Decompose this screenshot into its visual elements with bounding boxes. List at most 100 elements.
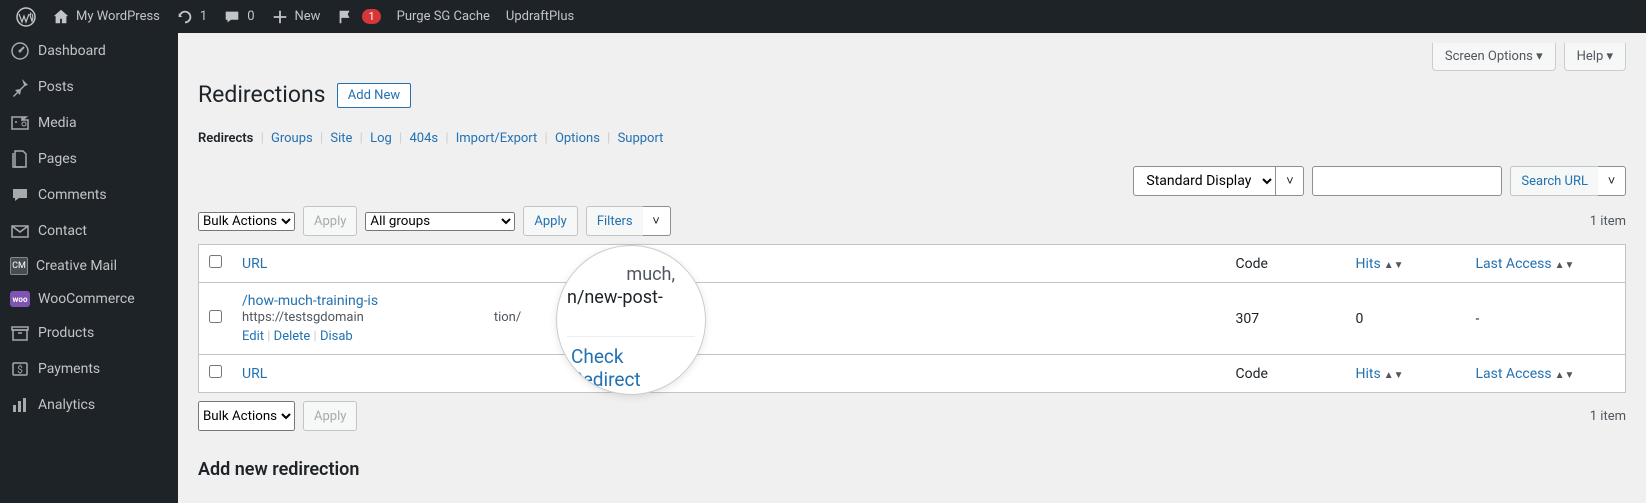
sidebar-item-label: Payments: [38, 361, 100, 377]
groups-select[interactable]: All groups: [365, 212, 515, 231]
dollar-icon: $: [10, 359, 30, 379]
media-icon: [10, 113, 30, 133]
groups-apply-button[interactable]: Apply: [523, 206, 577, 236]
notification-badge: 1: [362, 9, 380, 24]
sidebar-item-creative-mail[interactable]: CM Creative Mail: [0, 249, 178, 283]
subnav-support[interactable]: Support: [618, 131, 664, 146]
notifications[interactable]: 1: [328, 0, 388, 33]
subnav-groups[interactable]: Groups: [271, 131, 313, 146]
updates[interactable]: 1: [168, 0, 215, 33]
disable-action[interactable]: Disab: [320, 329, 353, 344]
sidebar-item-label: Media: [38, 115, 77, 131]
updates-count: 1: [200, 9, 207, 24]
filters-caret[interactable]: ˅: [643, 206, 671, 236]
subnav: Redirects | Groups | Site | Log | 404s |…: [178, 131, 1646, 166]
bulk-actions-select[interactable]: Bulk Actions: [198, 212, 295, 231]
comments-count: 0: [247, 9, 254, 24]
select-all-checkbox-bottom[interactable]: [209, 365, 222, 378]
new-content[interactable]: New: [263, 0, 329, 33]
col-code-bottom: Code: [1236, 366, 1268, 382]
main-content: Screen Options ▾ Help ▾ Redirections Add…: [178, 33, 1646, 503]
delete-action[interactable]: Delete: [274, 329, 311, 344]
col-last-access[interactable]: Last Access▲▼: [1476, 256, 1575, 272]
col-hits-bottom[interactable]: Hits▲▼: [1356, 366, 1404, 382]
sidebar-item-contact[interactable]: Contact: [0, 213, 178, 249]
last-access-cell: -: [1466, 283, 1626, 355]
sidebar-item-analytics[interactable]: Analytics: [0, 387, 178, 423]
sidebar-item-payments[interactable]: $ Payments: [0, 351, 178, 387]
edit-action[interactable]: Edit: [242, 329, 264, 344]
col-hits[interactable]: Hits▲▼: [1356, 256, 1404, 272]
woo-icon: woo: [10, 291, 30, 307]
row-checkbox[interactable]: [209, 310, 222, 323]
sidebar-item-dashboard[interactable]: Dashboard: [0, 33, 178, 69]
sidebar-item-woocommerce[interactable]: woo WooCommerce: [0, 283, 178, 315]
sort-icon: ▲▼: [1555, 370, 1575, 381]
sidebar-item-products[interactable]: Products: [0, 315, 178, 351]
subnav-import-export[interactable]: Import/Export: [456, 131, 538, 146]
refresh-icon: [176, 8, 194, 26]
comments[interactable]: 0: [215, 0, 262, 33]
subnav-options[interactable]: Options: [555, 131, 600, 146]
plus-icon: [271, 8, 289, 26]
search-input[interactable]: [1312, 166, 1502, 196]
table-row: /how-much-training-is https://testsgdoma…: [199, 283, 1626, 355]
display-mode-select[interactable]: Standard Display: [1133, 166, 1276, 196]
admin-sidebar: Dashboard Posts Media Pages Comments Con…: [0, 33, 178, 503]
sidebar-item-label: Products: [38, 325, 94, 341]
target-url: https://testsgdomaintion/: [242, 310, 521, 325]
svg-text:$: $: [17, 363, 23, 376]
help-button[interactable]: Help ▾: [1564, 43, 1626, 71]
comment-icon: [10, 185, 30, 205]
search-url-caret[interactable]: ˅: [1598, 166, 1626, 196]
wp-logo[interactable]: [8, 0, 44, 33]
purge-cache[interactable]: Purge SG Cache: [389, 0, 498, 33]
add-new-button[interactable]: Add New: [337, 83, 411, 108]
sort-icon: ▲▼: [1384, 370, 1404, 381]
sidebar-item-pages[interactable]: Pages: [0, 141, 178, 177]
flag-icon: [336, 8, 354, 26]
subnav-site[interactable]: Site: [330, 131, 352, 146]
bulk-actions-select-bottom[interactable]: Bulk Actions: [198, 401, 295, 431]
sidebar-item-label: Posts: [38, 79, 74, 95]
redirects-table: URL Code Hits▲▼ Last Access▲▼ /how-much-…: [198, 244, 1626, 393]
sort-icon: ▲▼: [1384, 260, 1404, 271]
subnav-log[interactable]: Log: [370, 131, 392, 146]
bulk-apply-button[interactable]: Apply: [303, 206, 357, 236]
sort-icon: ▲▼: [1555, 260, 1575, 271]
purge-label: Purge SG Cache: [397, 9, 490, 24]
search-url-button[interactable]: Search URL: [1510, 166, 1598, 196]
col-last-access-bottom[interactable]: Last Access▲▼: [1476, 366, 1575, 382]
site-name[interactable]: My WordPress: [44, 0, 168, 33]
sidebar-item-label: Pages: [38, 151, 77, 167]
code-cell: 307: [1226, 283, 1346, 355]
sidebar-item-label: Comments: [38, 187, 107, 203]
sidebar-item-label: Creative Mail: [36, 258, 117, 274]
page-title: Redirections: [198, 81, 326, 108]
sidebar-item-posts[interactable]: Posts: [0, 69, 178, 105]
item-count-bottom: 1 item: [1590, 409, 1626, 424]
select-all-checkbox[interactable]: [209, 255, 222, 268]
sidebar-item-comments[interactable]: Comments: [0, 177, 178, 213]
col-url[interactable]: URL: [242, 256, 267, 272]
subnav-404s[interactable]: 404s: [409, 131, 438, 146]
mail-icon: [10, 221, 30, 241]
display-mode-caret[interactable]: ˅: [1276, 166, 1304, 196]
add-redirection-title: Add new redirection: [178, 439, 1646, 490]
source-url-link[interactable]: /how-much-training-is: [242, 293, 378, 309]
bulk-apply-button-bottom[interactable]: Apply: [303, 401, 357, 431]
updraft[interactable]: UpdraftPlus: [498, 0, 582, 33]
new-label: New: [295, 9, 321, 24]
pin-icon: [10, 77, 30, 97]
item-count-top: 1 item: [1590, 214, 1626, 229]
col-code: Code: [1236, 256, 1268, 272]
home-icon: [52, 8, 70, 26]
filters-button[interactable]: Filters: [586, 206, 643, 236]
col-url-bottom[interactable]: URL: [242, 366, 267, 382]
subnav-redirects[interactable]: Redirects: [198, 131, 253, 146]
comment-icon: [223, 8, 241, 26]
sidebar-item-media[interactable]: Media: [0, 105, 178, 141]
site-name-label: My WordPress: [76, 9, 160, 24]
sidebar-item-label: Analytics: [38, 397, 95, 413]
screen-options-button[interactable]: Screen Options ▾: [1432, 43, 1556, 71]
